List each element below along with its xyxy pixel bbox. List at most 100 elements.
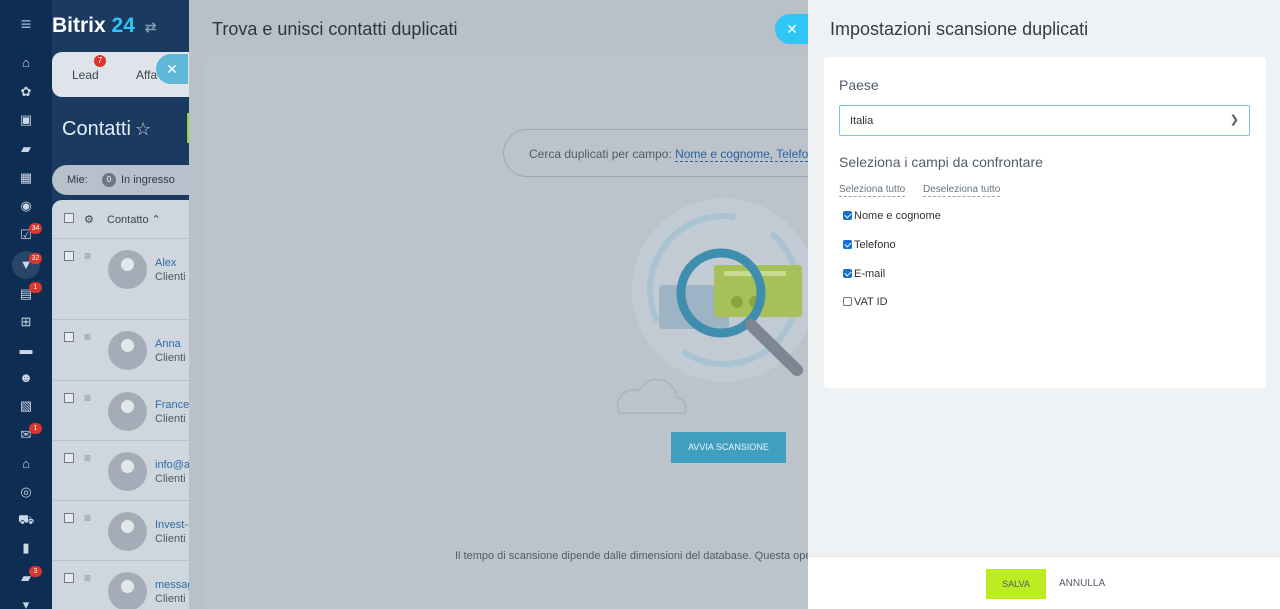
brand-name: Bitrix (52, 14, 106, 37)
chat-icon[interactable]: ▰ (18, 142, 34, 156)
field-option[interactable]: E-mail (843, 268, 885, 280)
field-option[interactable]: Telefono (843, 239, 896, 251)
table-row[interactable]: ≡ Alex Clienti (52, 238, 202, 319)
table-row[interactable]: ≡ info@a Clienti (52, 440, 202, 500)
start-scan-button[interactable]: AVVIA SCANSIONE (671, 432, 786, 463)
row-checkbox[interactable] (64, 513, 74, 523)
field-label: Telefono (854, 239, 896, 251)
duplicates-header: Trova e unisci contatti duplicati (189, 0, 808, 57)
close-icon[interactable]: ✕ (775, 14, 809, 44)
left-icon-bar: ≡ ⌂ ✿ ▣ ▰ ▦ ◉ ☑ 34 ▼ 32 ▤ 1 ⊞ ▬ ☻ ▧ ✉ 1 … (0, 0, 52, 609)
avatar (108, 250, 147, 289)
company-icon[interactable]: ⌂ (18, 457, 34, 471)
analytics-icon[interactable]: ▮ (18, 541, 34, 555)
marketing-icon[interactable]: ◎ (18, 485, 34, 499)
contact-name[interactable]: info@a (155, 459, 190, 471)
crm-badge: 32 (29, 253, 42, 264)
contact-name[interactable]: Invest- (155, 519, 188, 531)
tab-lead-badge: 7 (94, 55, 106, 67)
field-checkbox[interactable] (843, 211, 852, 220)
field-option[interactable]: VAT ID (843, 296, 888, 308)
table-row[interactable]: ≡ France Clienti (52, 380, 202, 440)
switch-icon[interactable]: ⇄ (145, 19, 157, 35)
row-checkbox[interactable] (64, 573, 74, 583)
tab-deals[interactable]: Affa (136, 68, 157, 82)
country-value: Italia (850, 115, 874, 127)
page-title-text: Contatti (62, 118, 131, 140)
drag-handle-icon[interactable]: ≡ (84, 249, 91, 263)
row-checkbox[interactable] (64, 251, 74, 261)
contact-name[interactable]: France (155, 399, 189, 411)
calendar-icon[interactable]: ▦ (18, 171, 34, 185)
settings-card: Paese Italia ❯ Seleziona i campi da conf… (824, 57, 1266, 388)
contact-name[interactable]: messag (155, 579, 194, 591)
sites-icon[interactable]: ⊞ (18, 315, 34, 329)
country-label: Paese (839, 77, 879, 93)
brand-logo[interactable]: Bitrix 24 ⇄ (52, 14, 156, 38)
deselect-all-link[interactable]: Deseleziona tutto (923, 184, 1001, 197)
select-all-checkbox[interactable] (64, 213, 74, 223)
avatar (108, 512, 147, 551)
row-checkbox[interactable] (64, 453, 74, 463)
contact-name[interactable]: Anna (155, 338, 181, 350)
settings-icon[interactable]: ⚙ (84, 213, 94, 226)
drag-handle-icon[interactable]: ≡ (84, 511, 91, 525)
filter-label: Mie: (67, 174, 88, 186)
drag-handle-icon[interactable]: ≡ (84, 571, 91, 585)
chevron-down-icon: ❯ (1229, 114, 1239, 126)
column-contact[interactable]: Contatto ⌃ (107, 213, 161, 226)
avatar (108, 392, 147, 431)
duplicates-title: Trova e unisci contatti duplicati (212, 19, 458, 39)
brand-number: 24 (111, 14, 135, 37)
cancel-button[interactable]: ANNULLA (1059, 578, 1105, 589)
contact-name[interactable]: Alex (155, 257, 176, 269)
table-row[interactable]: ≡ Invest- Clienti (52, 500, 202, 560)
row-checkbox[interactable] (64, 332, 74, 342)
search-fields-label: Cerca duplicati per campo: (529, 147, 672, 161)
employees-icon[interactable]: ☻ (18, 371, 34, 385)
tab-lead[interactable]: Lead (72, 68, 99, 82)
avatar (108, 331, 147, 370)
filter-bar[interactable]: Mie: 0 In ingresso (52, 165, 202, 195)
drag-handle-icon[interactable]: ≡ (84, 391, 91, 405)
duplicates-slider: Trova e unisci contatti duplicati Cerca … (189, 0, 808, 609)
background-slider-close-icon[interactable]: ✕ (156, 54, 188, 84)
groups-icon[interactable]: ◉ (18, 199, 34, 213)
feed-icon[interactable]: ✿ (18, 85, 34, 99)
drag-handle-icon[interactable]: ≡ (84, 330, 91, 344)
field-checkbox[interactable] (843, 297, 852, 306)
fields-heading: Seleziona i campi da confrontare (839, 154, 1043, 170)
documents-icon[interactable]: ▧ (18, 399, 34, 413)
search-fields-text: Cerca duplicati per campo: Nome e cognom… (529, 147, 808, 162)
table-row[interactable]: ≡ Anna Clienti (52, 319, 202, 380)
avatar (108, 452, 147, 491)
field-option[interactable]: Nome e cognome (843, 210, 941, 222)
drag-handle-icon[interactable]: ≡ (84, 451, 91, 465)
tasks-badge: 34 (29, 223, 42, 234)
select-all-link[interactable]: Seleziona tutto (839, 184, 906, 197)
field-label: Nome e cognome (854, 210, 941, 222)
field-checkbox[interactable] (843, 269, 852, 278)
settings-footer: SALVA ANNULLA (808, 556, 1280, 609)
menu-icon[interactable]: ≡ (16, 14, 36, 34)
star-icon[interactable]: ☆ (135, 119, 151, 139)
drive-icon[interactable]: ▣ (18, 113, 34, 127)
settings-title: Impostazioni scansione duplicati (830, 19, 1089, 39)
scan-settings-panel: Impostazioni scansione duplicati Paese I… (808, 0, 1280, 609)
field-checkbox[interactable] (843, 240, 852, 249)
store-icon[interactable]: ▬ (18, 343, 34, 357)
page-title: Contatti ☆ (62, 118, 151, 141)
table-row[interactable]: ≡ messag Clienti (52, 560, 202, 609)
save-button[interactable]: SALVA (986, 569, 1046, 599)
scan-note: Il tempo di scansione dipende dalle dime… (455, 550, 808, 562)
country-select[interactable]: Italia ❯ (839, 105, 1250, 136)
magnifier-illustration-icon (616, 198, 808, 414)
row-checkbox[interactable] (64, 393, 74, 403)
more-icon[interactable]: ▾ (18, 598, 34, 609)
mail-badge: 1 (29, 423, 42, 434)
search-fields-link[interactable]: Nome e cognome, Telefo (675, 147, 808, 162)
home-icon[interactable]: ⌂ (18, 56, 34, 70)
contact-type: Clienti (155, 352, 186, 364)
filter-status[interactable]: In ingresso (121, 174, 175, 186)
cart-icon[interactable]: ⛟ (18, 513, 34, 527)
